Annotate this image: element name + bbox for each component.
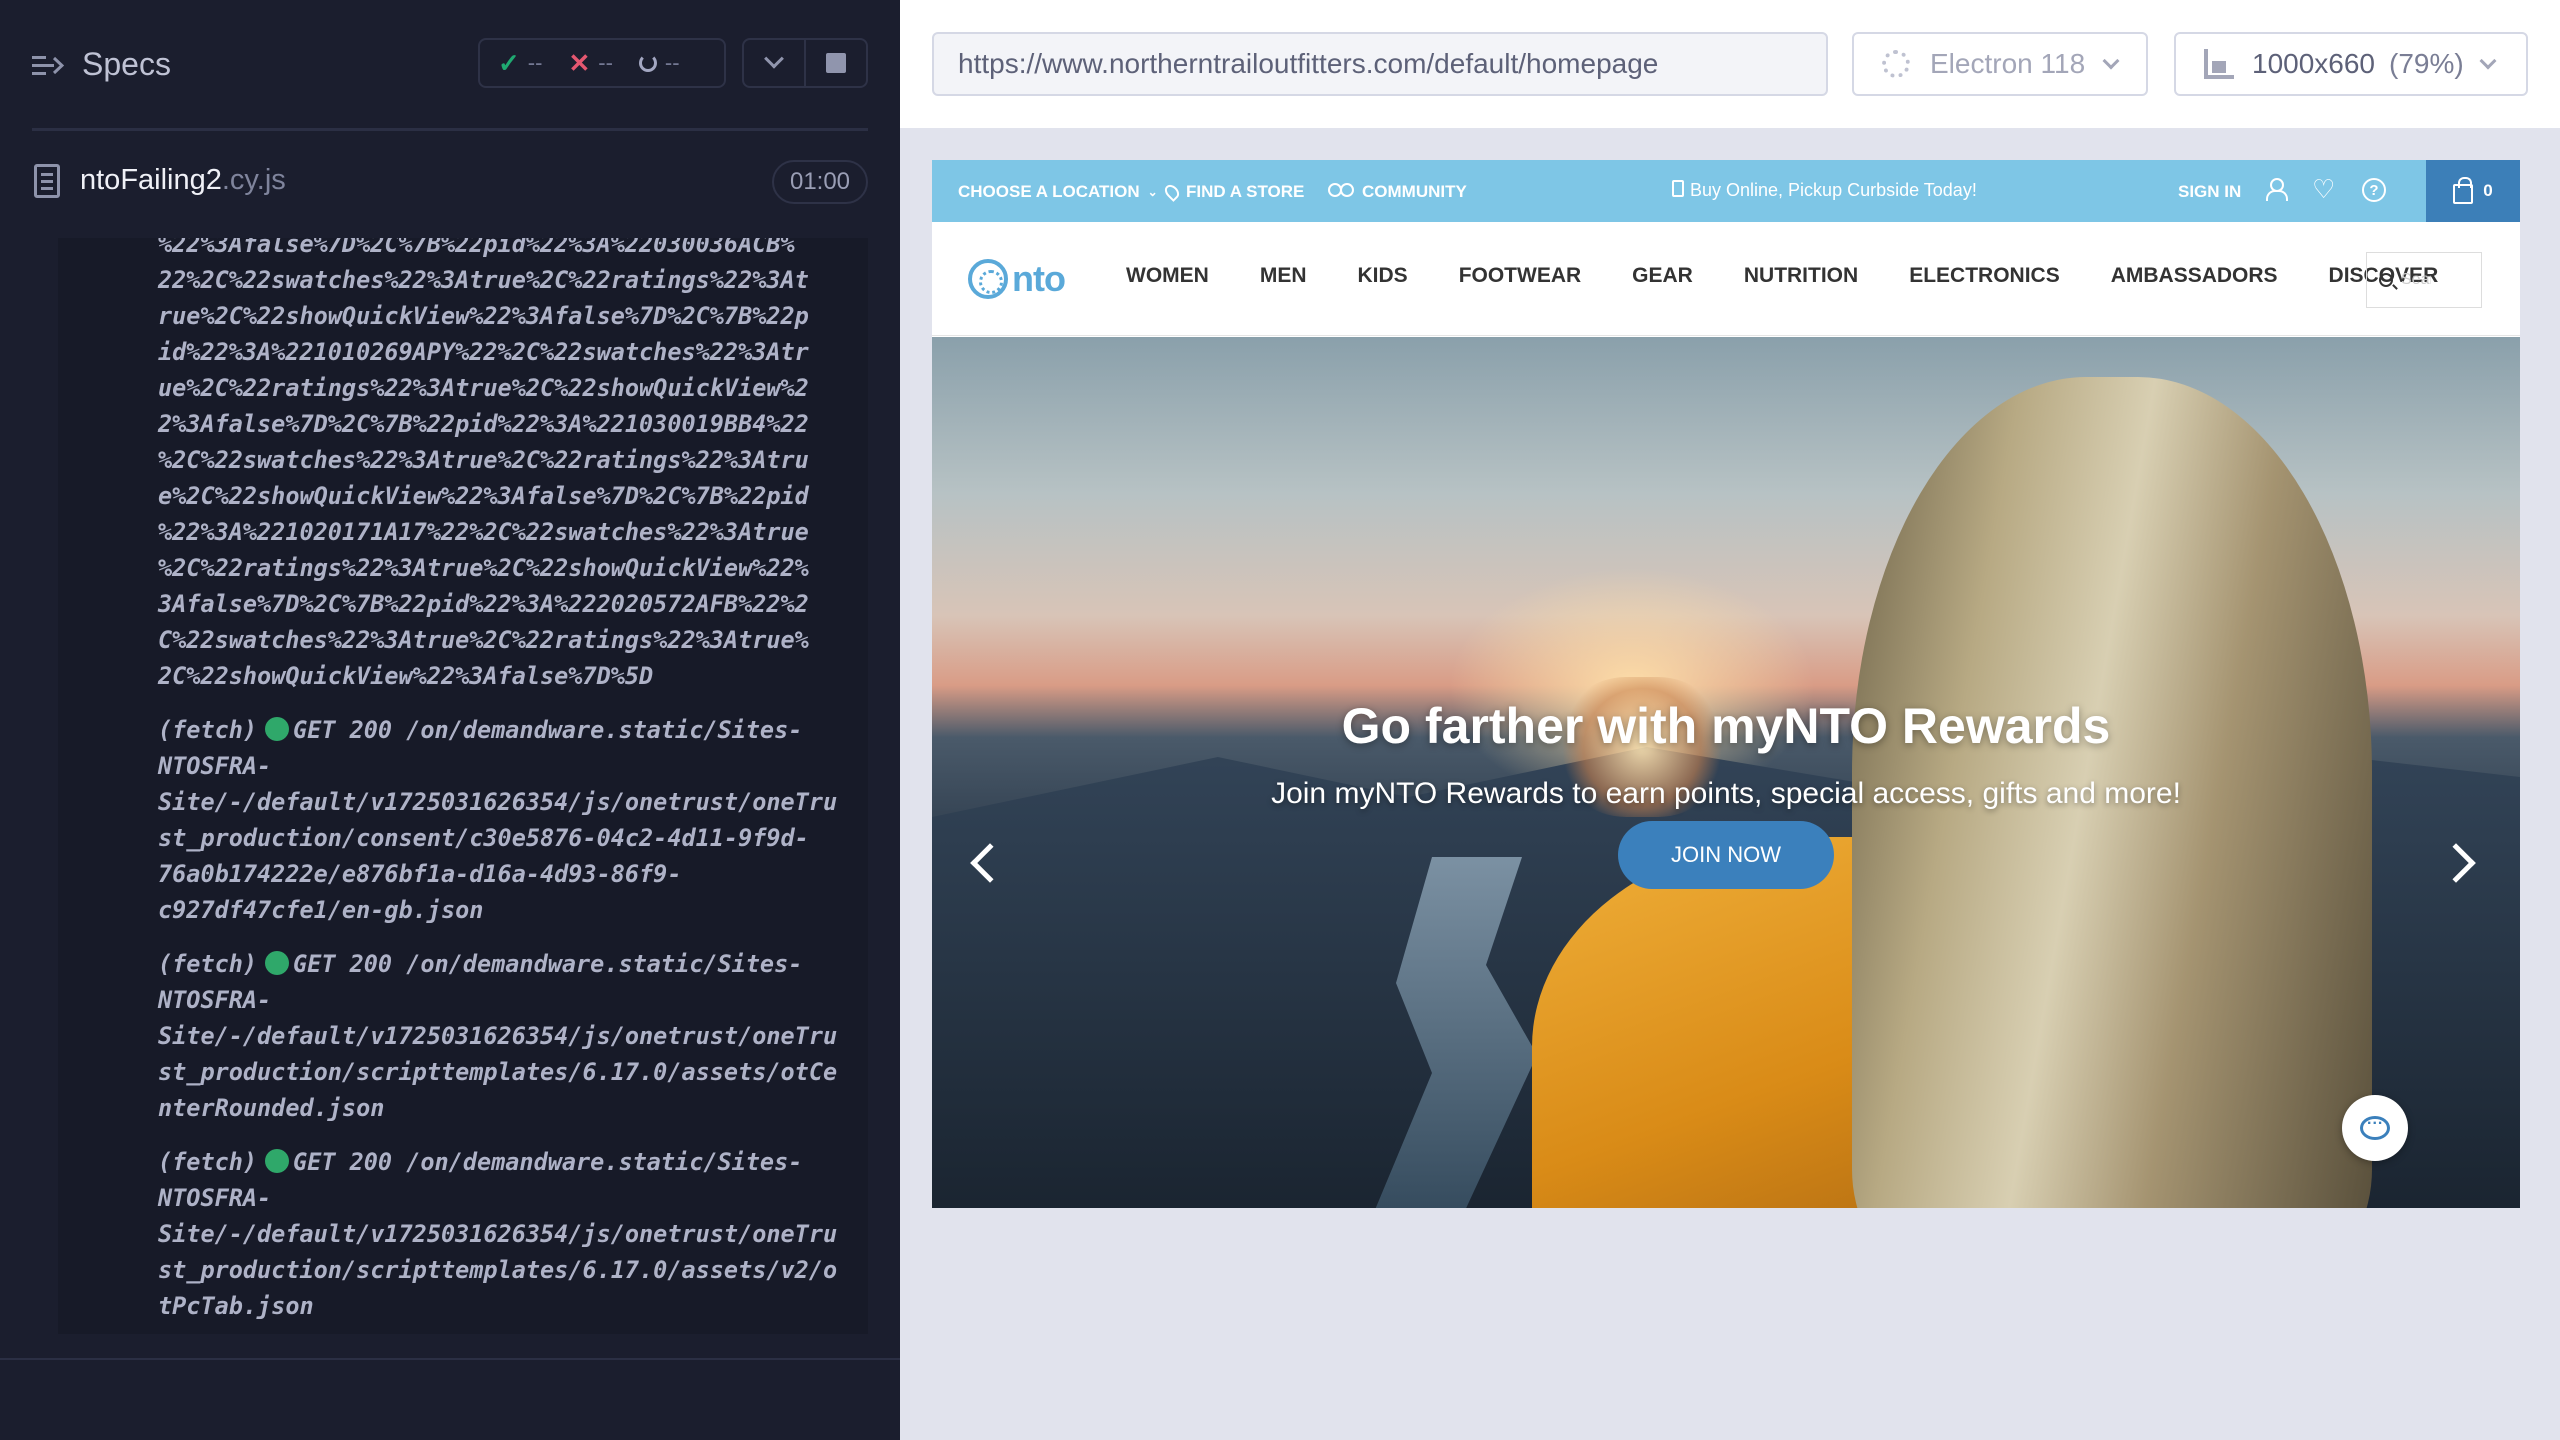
search-icon xyxy=(2379,273,2393,287)
user-icon xyxy=(2266,178,2288,201)
join-now-button[interactable]: JOIN NOW xyxy=(1618,821,1834,889)
browser-selector[interactable]: Electron 118 xyxy=(1852,32,2148,96)
chat-button[interactable] xyxy=(2342,1095,2408,1161)
cart-button[interactable]: 0 xyxy=(2426,160,2520,222)
location-pin-icon xyxy=(1162,182,1182,202)
browser-name: Electron 118 xyxy=(1930,48,2086,79)
pending-stat: -- xyxy=(638,50,680,76)
nav-item-gear[interactable]: GEAR xyxy=(1632,264,1693,288)
aut-toolbar: https://www.northerntrailoutfitters.com/… xyxy=(900,0,2560,128)
find-store-link[interactable]: FIND A STORE xyxy=(1162,182,1304,202)
reporter-header: Specs ✓ -- ✕ -- -- xyxy=(0,0,900,131)
nav-item-ambassadors[interactable]: AMBASSADORS xyxy=(2111,264,2278,288)
community-link[interactable]: COMMUNITY xyxy=(1326,182,1467,202)
chevron-down-icon xyxy=(2102,52,2120,70)
chevron-down-icon: ⌄ xyxy=(1147,185,1158,199)
help-icon: ? xyxy=(2362,178,2386,202)
check-icon: ✓ xyxy=(498,47,520,78)
log-output-text: %22%3Afalse%7D%2C%7B%22pid%22%3A%2203003… xyxy=(158,238,809,690)
nav-links: WOMEN MEN KIDS FOOTWEAR GEAR NUTRITION E… xyxy=(1126,264,2438,288)
spec-file-row[interactable]: ntoFailing2.cy.js 01:00 xyxy=(0,150,900,216)
hero-title: Go farther with myNTO Rewards xyxy=(1341,698,2111,754)
search-placeholder: Search xyxy=(2401,271,2431,288)
nav-item-electronics[interactable]: ELECTRONICS xyxy=(1909,264,2060,288)
promo-bar: CHOOSE A LOCATION ⌄ FIND A STORE COMMUNIT… xyxy=(932,160,2520,222)
collapse-button[interactable] xyxy=(744,40,804,86)
url-bar[interactable]: https://www.northerntrailoutfitters.com/… xyxy=(932,32,1828,96)
test-stats: ✓ -- ✕ -- -- xyxy=(478,38,726,88)
run-controls xyxy=(742,38,868,88)
nav-item-footwear[interactable]: FOOTWEAR xyxy=(1459,264,1581,288)
stop-button[interactable] xyxy=(804,40,866,86)
viewport-scale: (79%) xyxy=(2389,48,2464,79)
sign-in-link[interactable]: SIGN IN xyxy=(2178,182,2241,202)
failed-stat: ✕ -- xyxy=(568,48,612,79)
spec-file-name: ntoFailing2.cy.js xyxy=(80,164,286,196)
viewport-size: 1000x660 xyxy=(2252,48,2376,79)
failed-count: -- xyxy=(598,50,613,75)
log-entry[interactable]: (fetch) GET 200 /on/demandware.static/Sit… xyxy=(158,712,858,928)
nav-item-women[interactable]: WOMEN xyxy=(1126,264,1209,288)
viewport-selector[interactable]: 1000x660 (79%) xyxy=(2174,32,2528,96)
choose-location-link[interactable]: CHOOSE A LOCATION ⌄ xyxy=(958,182,1158,202)
promo-message: Buy Online, Pickup Curbside Today! xyxy=(1672,180,1977,201)
x-icon: ✕ xyxy=(568,47,591,78)
passed-count: -- xyxy=(527,50,543,75)
status-dot-icon xyxy=(265,1149,290,1173)
nav-item-men[interactable]: MEN xyxy=(1260,264,1307,288)
command-log[interactable]: %22%3Afalse%7D%2C%7B%22pid%22%3A%2203003… xyxy=(58,238,868,1334)
log-entry[interactable]: (fetch) GET 200 /on/demandware.static/Sit… xyxy=(158,946,858,1126)
shopping-bag-icon xyxy=(2453,177,2474,204)
chevron-down-icon xyxy=(2479,52,2497,70)
community-icon xyxy=(1326,183,1354,201)
chat-bubble-icon xyxy=(2360,1111,2390,1140)
status-dot-icon xyxy=(265,717,290,741)
aut-iframe: CHOOSE A LOCATION ⌄ FIND A STORE COMMUNIT… xyxy=(932,160,2520,1208)
stop-icon xyxy=(826,53,846,73)
pending-count: -- xyxy=(664,50,680,75)
viewport-icon xyxy=(2204,49,2234,79)
nav-item-nutrition[interactable]: NUTRITION xyxy=(1744,264,1858,288)
log-entry[interactable]: (fetch) GET 200 /on/demandware.static/Sit… xyxy=(158,1144,858,1324)
chevron-down-icon xyxy=(764,48,784,69)
help-button[interactable]: ? xyxy=(2362,178,2386,202)
specs-title[interactable]: Specs xyxy=(82,46,171,83)
account-button[interactable] xyxy=(2266,178,2288,201)
spec-duration: 01:00 xyxy=(772,160,868,204)
passed-stat: ✓ -- xyxy=(498,48,542,79)
hero-banner: Go farther with myNTO Rewards Join myNTO… xyxy=(932,337,2520,1208)
wishlist-button[interactable]: ♡ xyxy=(2312,176,2335,202)
nto-logo[interactable]: nto xyxy=(968,258,1066,300)
divider xyxy=(32,128,868,131)
search-input[interactable]: Search xyxy=(2366,252,2482,308)
electron-icon xyxy=(1882,50,1910,78)
heart-icon: ♡ xyxy=(2312,174,2336,204)
logo-mark-icon xyxy=(968,259,1008,299)
cart-count: 0 xyxy=(2483,181,2493,200)
file-icon xyxy=(34,164,60,198)
reporter-panel: Specs ✓ -- ✕ -- -- ntoFailing2.cy.js 01:… xyxy=(0,0,900,1440)
status-dot-icon xyxy=(265,951,290,975)
divider xyxy=(0,1358,900,1360)
hero-subtitle: Join myNTO Rewards to earn points, speci… xyxy=(1271,777,2181,810)
nav-item-kids[interactable]: KIDS xyxy=(1358,264,1408,288)
pending-spinner-icon xyxy=(638,54,657,72)
specs-list-icon[interactable] xyxy=(32,52,64,80)
main-navigation: nto WOMEN MEN KIDS FOOTWEAR GEAR NUTRITI… xyxy=(932,222,2520,336)
